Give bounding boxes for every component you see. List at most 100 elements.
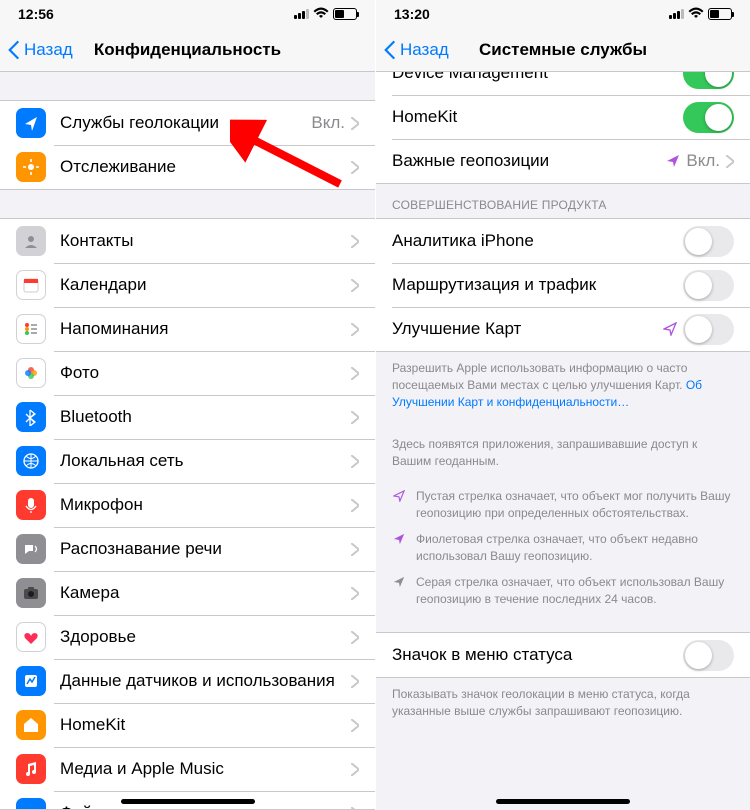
row-label: Локальная сеть — [60, 451, 351, 471]
back-button[interactable]: Назад — [0, 40, 73, 60]
chevron-right-icon — [351, 675, 359, 688]
chevron-right-icon — [351, 411, 359, 424]
toggle-switch[interactable] — [683, 102, 734, 133]
row-value: Вкл. — [311, 113, 345, 133]
home-indicator — [496, 799, 630, 804]
row-label: Важные геопозиции — [392, 151, 666, 171]
settings-row[interactable]: Напоминания — [0, 307, 375, 351]
group-privacy-top: Службы геолокацииВкл. Отслеживание — [0, 100, 375, 190]
settings-row[interactable]: Важные геопозиции Вкл. — [376, 139, 750, 183]
status-time: 12:56 — [18, 6, 54, 22]
row-label: Данные датчиков и использования — [60, 671, 351, 691]
legend-item: Пустая стрелка означает, что объект мог … — [392, 488, 734, 523]
network-icon — [16, 446, 46, 476]
row-label: Камера — [60, 583, 351, 603]
settings-row[interactable]: Отслеживание — [0, 145, 375, 189]
settings-row[interactable]: Распознавание речи — [0, 527, 375, 571]
row-label: Календари — [60, 275, 351, 295]
chevron-right-icon — [351, 279, 359, 292]
chevron-right-icon — [351, 763, 359, 776]
battery-icon — [333, 8, 357, 20]
cellular-icon — [669, 9, 684, 19]
health-icon — [16, 622, 46, 652]
row-value: Вкл. — [686, 151, 720, 171]
status-time: 13:20 — [394, 6, 430, 22]
settings-row[interactable]: Службы геолокацииВкл. — [0, 101, 375, 145]
chevron-right-icon — [351, 543, 359, 556]
row-label: Службы геолокации — [60, 113, 311, 133]
footer-apps: Здесь появятся приложения, запрашивавшие… — [376, 424, 750, 484]
row-label: Контакты — [60, 231, 351, 251]
battery-icon — [708, 8, 732, 20]
settings-row[interactable]: Bluetooth — [0, 395, 375, 439]
settings-row[interactable]: Значок в меню статуса — [376, 633, 750, 677]
chevron-right-icon — [351, 455, 359, 468]
group-system-top: Device ManagementHomeKitВажные геопозици… — [376, 72, 750, 184]
settings-row[interactable]: Данные датчиков и использования — [0, 659, 375, 703]
tracking-icon — [16, 152, 46, 182]
toggle-switch[interactable] — [683, 226, 734, 257]
settings-row[interactable]: Календари — [0, 263, 375, 307]
chevron-right-icon — [351, 323, 359, 336]
home-indicator — [121, 799, 255, 804]
group-product-improvement: Аналитика iPhoneМаршрутизация и трафикУл… — [376, 218, 750, 352]
legend-item: Серая стрелка означает, что объект испол… — [392, 574, 734, 609]
toggle-switch[interactable] — [683, 640, 734, 671]
settings-row[interactable]: Камера — [0, 571, 375, 615]
phone-left: 12:56 Назад Конфиденциальность Службы ге… — [0, 0, 375, 810]
row-label: Значок в меню статуса — [392, 645, 683, 665]
back-label: Назад — [400, 40, 449, 60]
settings-row[interactable]: Локальная сеть — [0, 439, 375, 483]
chevron-right-icon — [351, 117, 359, 130]
row-label: Медиа и Apple Music — [60, 759, 351, 779]
row-label: Bluetooth — [60, 407, 351, 427]
calendar-icon — [16, 270, 46, 300]
settings-row[interactable]: Здоровье — [0, 615, 375, 659]
cellular-icon — [294, 9, 309, 19]
section-header: СОВЕРШЕНСТВОВАНИЕ ПРОДУКТА — [376, 184, 750, 218]
mic-icon — [16, 490, 46, 520]
row-label: Отслеживание — [60, 157, 351, 177]
legend-item: Фиолетовая стрелка означает, что объект … — [392, 531, 734, 566]
settings-row[interactable]: Микрофон — [0, 483, 375, 527]
status-bar: 13:20 — [376, 0, 750, 28]
nav-bar: Назад Конфиденциальность — [0, 28, 375, 72]
group-privacy-apps: Контакты Календари Напоминания Фото Bluetoot… — [0, 218, 375, 810]
settings-row[interactable]: Маршрутизация и трафик — [376, 263, 750, 307]
chevron-right-icon — [351, 367, 359, 380]
toggle-switch[interactable] — [683, 314, 734, 345]
settings-row[interactable]: Улучшение Карт — [376, 307, 750, 351]
chevron-right-icon — [351, 807, 359, 810]
chevron-right-icon — [351, 587, 359, 600]
row-label: Фото — [60, 363, 351, 383]
sensor-icon — [16, 666, 46, 696]
chevron-right-icon — [351, 631, 359, 644]
legend-text: Фиолетовая стрелка означает, что объект … — [416, 531, 734, 566]
contacts-icon — [16, 226, 46, 256]
toggle-switch[interactable] — [683, 270, 734, 301]
reminders-icon — [16, 314, 46, 344]
group-status-icon: Значок в меню статуса — [376, 632, 750, 678]
files-icon — [16, 798, 46, 810]
settings-row[interactable]: Аналитика iPhone — [376, 219, 750, 263]
photos-icon — [16, 358, 46, 388]
settings-row[interactable]: Device Management — [376, 72, 750, 95]
music-icon — [16, 754, 46, 784]
status-indicators — [669, 7, 732, 22]
settings-row[interactable]: Фото — [0, 351, 375, 395]
settings-row[interactable]: Контакты — [0, 219, 375, 263]
footer-status: Показывать значок геолокации в меню стат… — [376, 678, 750, 734]
row-label: Device Management — [392, 72, 683, 83]
settings-row[interactable]: Медиа и Apple Music — [0, 747, 375, 791]
wifi-icon — [313, 7, 329, 22]
chevron-left-icon — [384, 40, 396, 60]
chevron-right-icon — [351, 161, 359, 174]
toggle-switch[interactable] — [683, 72, 734, 89]
settings-row[interactable]: HomeKit — [0, 703, 375, 747]
location-arrow-icon — [663, 322, 677, 336]
legend-icon — [392, 574, 406, 588]
speech-icon — [16, 534, 46, 564]
bluetooth-icon — [16, 402, 46, 432]
back-button[interactable]: Назад — [376, 40, 449, 60]
settings-row[interactable]: HomeKit — [376, 95, 750, 139]
